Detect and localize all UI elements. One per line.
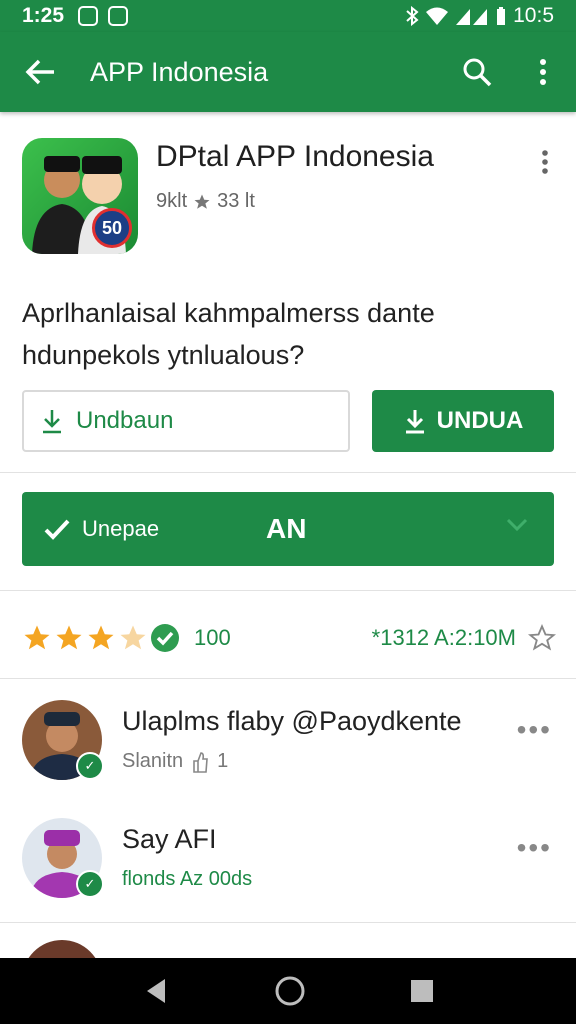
app-header: 50 DPtal APP Indonesia 9klt 33 lt xyxy=(0,112,576,272)
notification-icons xyxy=(78,6,129,26)
star-outline-icon[interactable] xyxy=(528,624,556,652)
chevron-down-icon[interactable] xyxy=(506,518,528,532)
review-item[interactable]: ✓ Say AFI flonds Az 00ds ••• xyxy=(0,818,576,928)
rating-stars xyxy=(22,623,148,653)
app-name: DPtal APP Indonesia xyxy=(156,140,434,173)
review-meta-text: Slanitn xyxy=(122,750,184,772)
status-clock: 10:5 xyxy=(513,4,554,27)
star-icon xyxy=(88,625,114,650)
review-meta: flonds Az 00ds xyxy=(122,868,252,891)
app-bar-actions xyxy=(444,32,576,112)
download-icon xyxy=(43,410,61,434)
search-icon xyxy=(463,58,492,87)
search-button[interactable] xyxy=(444,32,510,112)
more-vert-icon xyxy=(540,59,546,85)
divider xyxy=(0,472,576,473)
review-item[interactable]: ✓ Ulaplms flaby @Paoydkente Slanitn 1 ••… xyxy=(0,700,576,810)
app-icon[interactable]: 50 xyxy=(22,138,138,254)
review-more-button[interactable]: ••• xyxy=(517,832,552,864)
app-bar: APP Indonesia xyxy=(0,32,576,112)
app-meta: 9klt 33 lt xyxy=(156,190,255,213)
install-button-label: UNDUA xyxy=(436,407,524,434)
app-meta-left: 9klt xyxy=(156,190,188,212)
more-vert-icon xyxy=(542,150,548,174)
rating-time: *1312 A:2:10M xyxy=(371,625,516,650)
review-more-button[interactable]: ••• xyxy=(517,714,552,746)
battery-icon xyxy=(497,7,506,25)
bluetooth-icon xyxy=(406,6,419,26)
rating-count: 100 xyxy=(194,625,231,650)
overflow-menu-button[interactable] xyxy=(510,32,576,112)
status-bar: 1:25 10:5 xyxy=(0,0,576,32)
app-bar-title: APP Indonesia xyxy=(90,56,269,87)
star-half-icon xyxy=(120,625,146,650)
status-right: 10:5 xyxy=(405,4,554,28)
signal-icon xyxy=(456,9,488,25)
review-meta: Slanitn 1 xyxy=(122,750,228,773)
outline-button-label: Undbaun xyxy=(76,407,174,434)
verified-icon xyxy=(151,624,179,652)
app-meta-right: 33 lt xyxy=(217,190,255,212)
divider xyxy=(0,922,576,923)
verified-badge-icon: ✓ xyxy=(76,870,104,898)
divider xyxy=(0,678,576,679)
notification-icon xyxy=(78,6,99,26)
wide-action-button[interactable]: Unepae AN xyxy=(22,492,554,566)
check-icon xyxy=(44,519,70,540)
nav-back-icon[interactable] xyxy=(141,976,171,1006)
system-nav-bar xyxy=(0,958,576,1024)
wide-button-center-text: AN xyxy=(266,513,307,544)
verified-badge-icon: ✓ xyxy=(76,752,104,780)
star-icon xyxy=(56,625,82,650)
divider xyxy=(0,590,576,591)
review-author: Say AFI xyxy=(122,824,217,854)
star-icon xyxy=(194,194,210,209)
page-content: 50 DPtal APP Indonesia 9klt 33 lt Aprlha… xyxy=(0,112,576,958)
status-time: 1:25 xyxy=(22,4,65,27)
nav-recents-icon[interactable] xyxy=(409,978,435,1004)
review-like-count: 1 xyxy=(217,750,229,772)
install-button[interactable]: UNDUA xyxy=(372,390,554,452)
review-meta-text: flonds Az 00ds xyxy=(122,868,253,890)
action-buttons: Undbaun UNDUA xyxy=(22,390,554,452)
wifi-icon xyxy=(426,7,449,25)
download-icon xyxy=(405,410,424,434)
thumbs-up-icon[interactable] xyxy=(191,751,209,773)
rating-row: 100 *1312 A:2:10M xyxy=(22,618,556,658)
back-button[interactable] xyxy=(0,32,80,112)
review-author: Ulaplms flaby @Paoydkente xyxy=(122,706,462,736)
wide-button-label: Unepae xyxy=(82,516,160,541)
app-icon-badge: 50 xyxy=(92,208,132,248)
description-line: Aprlhanlaisal kahmpalmerss dante xyxy=(22,298,435,328)
description-line: hdunpekols ytnlualous? xyxy=(22,340,305,370)
notification-icon xyxy=(108,6,129,26)
outline-download-button[interactable]: Undbaun xyxy=(22,390,350,452)
star-icon xyxy=(24,625,50,650)
avatar xyxy=(22,940,102,958)
app-description: Aprlhanlaisal kahmpalmerss dante hdunpek… xyxy=(22,292,552,376)
app-more-button[interactable] xyxy=(530,142,560,182)
nav-home-icon[interactable] xyxy=(274,975,306,1007)
arrow-back-icon xyxy=(25,59,54,85)
